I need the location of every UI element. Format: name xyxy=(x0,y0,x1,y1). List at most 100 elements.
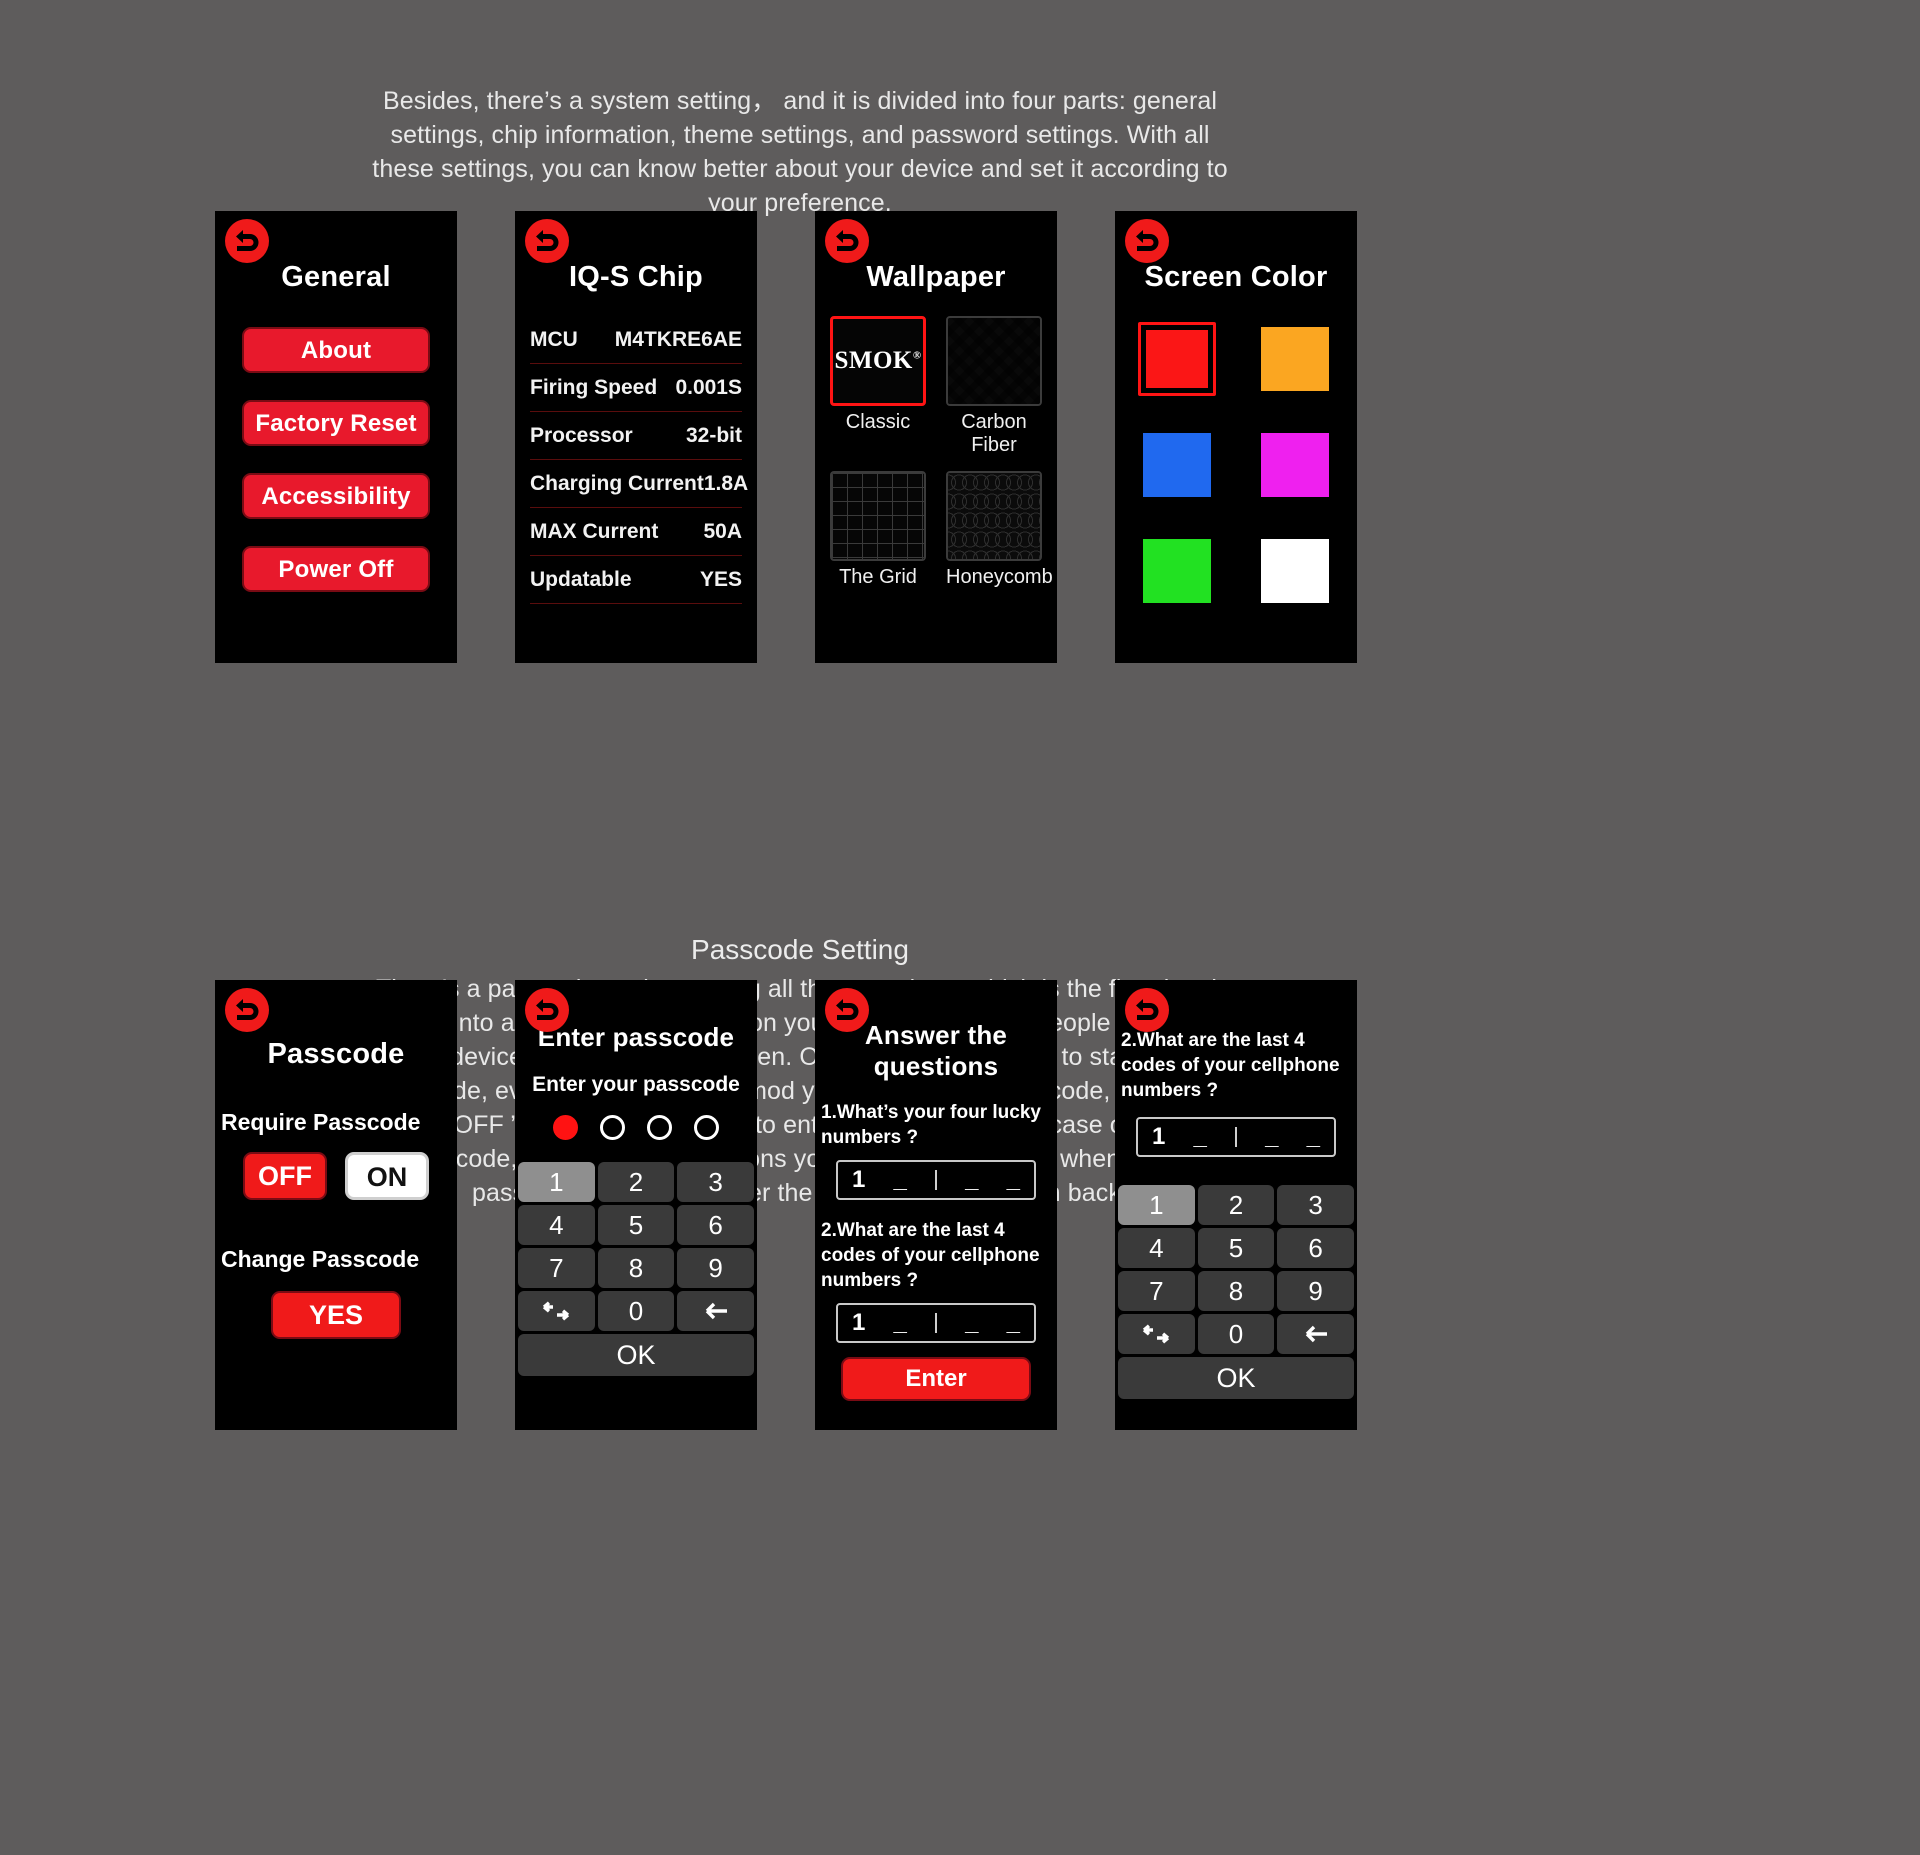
back-arrow-icon[interactable] xyxy=(525,219,569,263)
color-swatch-white[interactable] xyxy=(1256,534,1334,608)
wallpaper-thumb-carbon-fiber[interactable] xyxy=(946,316,1042,406)
key-0[interactable]: 0 xyxy=(1197,1314,1275,1354)
screen-chip-info: IQ-S Chip MCU M4TKRE6AE Firing Speed 0.0… xyxy=(515,211,757,663)
color-swatch-magenta[interactable] xyxy=(1256,428,1334,502)
swap-arrows-icon xyxy=(543,1301,570,1321)
table-row: MCU M4TKRE6AE xyxy=(530,316,742,364)
answer-keypad-input[interactable]: 1 _ _ _ xyxy=(1136,1117,1336,1157)
backspace-arrow-icon xyxy=(1305,1325,1327,1343)
answer-1-digit-1: 1 xyxy=(852,1166,866,1193)
screen-enter-passcode: Enter passcode Enter your passcode 1 2 3… xyxy=(515,980,757,1430)
swap-icon-key[interactable] xyxy=(1118,1314,1195,1354)
key-6[interactable]: 6 xyxy=(1277,1228,1354,1268)
wallpaper-thumb-the-grid[interactable] xyxy=(830,471,926,561)
key-3[interactable]: 3 xyxy=(677,1162,754,1202)
general-button-factory-reset[interactable]: Factory Reset xyxy=(242,400,430,446)
keypad-answer-digit-1: 1 xyxy=(1152,1123,1166,1150)
swatch-fill xyxy=(1144,328,1210,390)
key-3[interactable]: 3 xyxy=(1277,1185,1354,1225)
swatch-fill xyxy=(1143,433,1211,497)
page-title-screen-color: Screen Color xyxy=(1144,261,1328,293)
back-arrow-icon[interactable] xyxy=(825,219,869,263)
ok-button[interactable]: OK xyxy=(1118,1357,1354,1399)
color-swatch-blue[interactable] xyxy=(1138,428,1216,502)
enter-button[interactable]: Enter xyxy=(841,1357,1031,1401)
general-button-accessibility[interactable]: Accessibility xyxy=(242,473,430,519)
swap-arrows-icon xyxy=(1143,1324,1170,1344)
toggle-off-button[interactable]: OFF xyxy=(243,1152,327,1200)
spec-key: Updatable xyxy=(530,567,632,591)
passcode-screens-row: Passcode Require Passcode OFF ON Change … xyxy=(215,980,1360,1432)
swatch-fill xyxy=(1261,433,1329,497)
screen-passcode: Passcode Require Passcode OFF ON Change … xyxy=(215,980,457,1430)
keypad-answer-digit-2: _ xyxy=(1193,1123,1207,1150)
key-2[interactable]: 2 xyxy=(1197,1185,1275,1225)
keypad-answer-digit-3: _ xyxy=(1265,1123,1279,1150)
back-arrow-glyph xyxy=(1136,999,1159,1020)
key-0[interactable]: 0 xyxy=(597,1291,675,1331)
color-swatch-red[interactable] xyxy=(1138,322,1216,396)
require-passcode-label: Require Passcode xyxy=(221,1109,421,1135)
key-5[interactable]: 5 xyxy=(1197,1228,1275,1268)
screen-answer-questions: Answer the questions 1.What’s your four … xyxy=(815,980,1057,1430)
key-4[interactable]: 4 xyxy=(1118,1228,1195,1268)
backspace-icon-key[interactable] xyxy=(1277,1314,1354,1354)
wallpaper-thumb-classic[interactable]: SMOK® xyxy=(830,316,926,406)
backspace-arrow-icon xyxy=(705,1302,727,1320)
cursor-separator xyxy=(934,1170,937,1190)
page-title-wallpaper: Wallpaper xyxy=(866,261,1006,293)
key-8[interactable]: 8 xyxy=(597,1248,675,1288)
key-9[interactable]: 9 xyxy=(677,1248,754,1288)
back-arrow-icon[interactable] xyxy=(825,988,869,1032)
key-1[interactable]: 1 xyxy=(518,1162,595,1202)
wallpaper-option-honeycomb[interactable]: Honeycomb xyxy=(946,471,1053,599)
chip-spec-table: MCU M4TKRE6AE Firing Speed 0.001S Proces… xyxy=(530,316,748,604)
key-2[interactable]: 2 xyxy=(597,1162,675,1202)
ok-button[interactable]: OK xyxy=(518,1334,754,1376)
spec-key: Charging Current xyxy=(530,471,704,495)
key-4[interactable]: 4 xyxy=(518,1205,595,1245)
cursor-separator xyxy=(934,1313,937,1333)
back-arrow-glyph xyxy=(836,999,859,1020)
swatch-fill xyxy=(1261,539,1329,603)
back-arrow-icon[interactable] xyxy=(225,219,269,263)
passcode-dot-2 xyxy=(600,1115,625,1140)
answer-1-digit-3: _ xyxy=(965,1166,979,1193)
general-button-about[interactable]: About xyxy=(242,327,430,373)
numeric-keypad: 1 2 3 4 5 6 7 8 9 0 xyxy=(518,1162,754,1331)
key-5[interactable]: 5 xyxy=(597,1205,675,1245)
answer-2-input[interactable]: 1 _ _ _ xyxy=(836,1303,1036,1343)
color-swatch-orange[interactable] xyxy=(1256,322,1334,396)
backspace-icon-key[interactable] xyxy=(677,1291,754,1331)
swap-icon-key[interactable] xyxy=(518,1291,595,1331)
toggle-on-button[interactable]: ON xyxy=(345,1152,429,1200)
color-swatch-green[interactable] xyxy=(1138,534,1216,608)
spec-value: 32-bit xyxy=(685,423,742,447)
change-passcode-label: Change Passcode xyxy=(221,1246,420,1272)
back-arrow-icon[interactable] xyxy=(525,988,569,1032)
spec-key: Processor xyxy=(530,423,633,447)
general-button-power-off[interactable]: Power Off xyxy=(242,546,430,592)
back-arrow-icon[interactable] xyxy=(1125,988,1169,1032)
back-arrow-icon[interactable] xyxy=(225,988,269,1032)
back-arrow-icon[interactable] xyxy=(1125,219,1169,263)
key-8[interactable]: 8 xyxy=(1197,1271,1275,1311)
answer-1-input[interactable]: 1 _ _ _ xyxy=(836,1160,1036,1200)
honeycomb-texture xyxy=(948,473,1040,559)
wallpaper-option-the-grid[interactable]: The Grid xyxy=(830,471,926,599)
wallpaper-label: Classic xyxy=(845,411,911,433)
key-7[interactable]: 7 xyxy=(518,1248,595,1288)
change-passcode-yes-button[interactable]: YES xyxy=(271,1291,401,1339)
key-7[interactable]: 7 xyxy=(1118,1271,1195,1311)
wallpaper-option-carbon-fiber[interactable]: Carbon Fiber xyxy=(946,316,1042,467)
answer-keypad-question: 2.What are the last 4 codes of your cell… xyxy=(1121,1030,1340,1101)
wallpaper-option-classic[interactable]: SMOK® Classic xyxy=(830,316,926,467)
key-9[interactable]: 9 xyxy=(1277,1271,1354,1311)
answer-1-digit-2: _ xyxy=(893,1166,907,1193)
key-6[interactable]: 6 xyxy=(677,1205,754,1245)
settings-screens-row: General About Factory Reset Accessibilit… xyxy=(215,211,1360,663)
spec-key: MCU xyxy=(530,327,578,351)
key-1[interactable]: 1 xyxy=(1118,1185,1195,1225)
back-arrow-glyph xyxy=(236,230,259,251)
wallpaper-thumb-honeycomb[interactable] xyxy=(946,471,1042,561)
